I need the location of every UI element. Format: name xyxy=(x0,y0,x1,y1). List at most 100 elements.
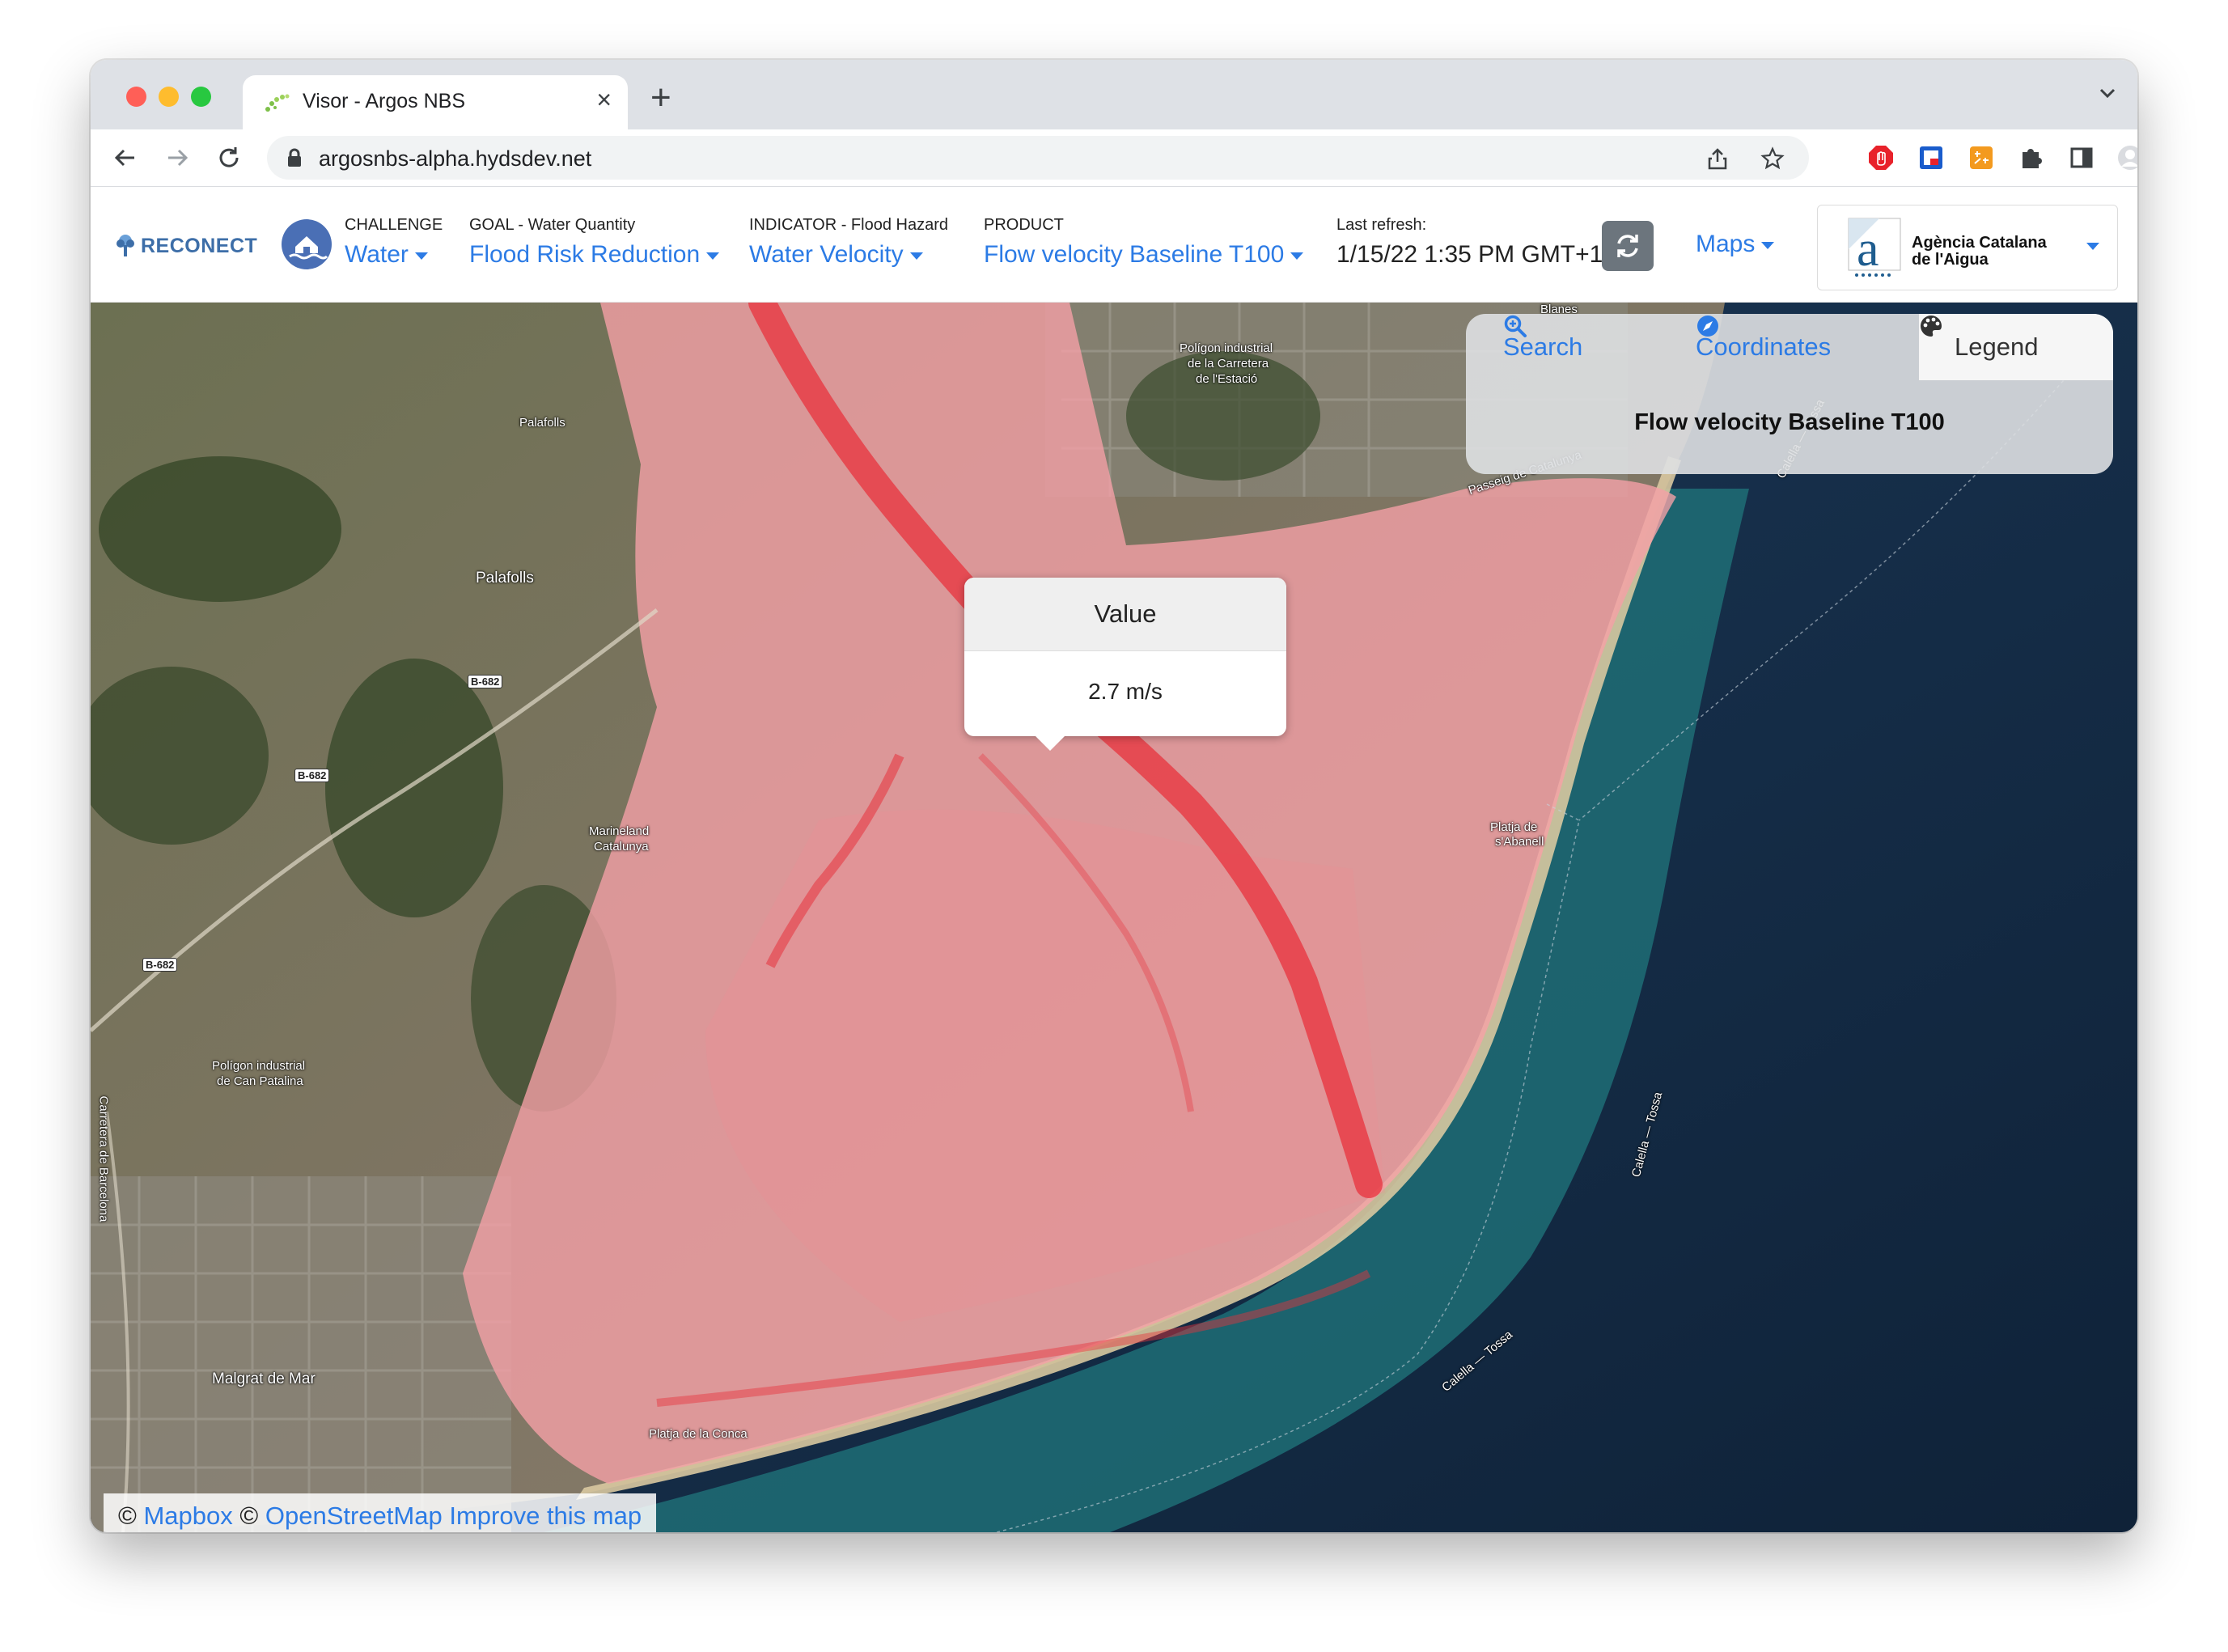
lock-icon xyxy=(288,148,301,167)
tab-strip: Visor - Argos NBS × + xyxy=(91,60,2137,129)
value-popup: Value 2.7 m/s xyxy=(964,578,1286,751)
challenge-value: Water xyxy=(345,241,409,268)
map-label-platja-abanell-1: Platja de xyxy=(1490,820,1538,834)
copyright-symbol: © xyxy=(118,1502,137,1530)
improve-map-link[interactable]: Improve this map xyxy=(449,1502,642,1531)
popup-value: 2.7 m/s xyxy=(1088,679,1163,704)
share-icon[interactable] xyxy=(1705,146,1730,171)
maximize-window-button[interactable] xyxy=(191,87,211,107)
road-tag-b682: B-682 xyxy=(142,958,178,972)
palette-icon xyxy=(1921,316,1942,337)
extension-blue-icon[interactable] xyxy=(1917,144,1945,172)
forward-arrow-icon[interactable] xyxy=(163,144,191,172)
popup-arrow xyxy=(1036,736,1065,751)
map-label-poligon-carretera-1: Polígon industrial xyxy=(1180,341,1273,355)
app-header: RECONECT CHALLENGE Water GOAL - Water Qu… xyxy=(91,187,2137,303)
goal-value: Flood Risk Reduction xyxy=(469,241,701,268)
side-panel-icon[interactable] xyxy=(2068,144,2095,172)
caret-down-icon xyxy=(414,252,428,260)
bookmark-star-icon[interactable] xyxy=(1760,146,1785,171)
map-label-marineland-2: Catalunya xyxy=(594,840,649,854)
challenge-group: CHALLENGE Water xyxy=(345,216,443,269)
back-arrow-icon[interactable] xyxy=(112,144,139,172)
tab-search[interactable]: Search xyxy=(1503,314,1582,380)
legend-title: Flow velocity Baseline T100 xyxy=(1634,409,1945,435)
caret-down-icon xyxy=(2086,243,2099,250)
browser-tab[interactable]: Visor - Argos NBS × xyxy=(243,75,628,129)
tab-close-button[interactable]: × xyxy=(596,85,612,115)
profile-avatar-icon[interactable] xyxy=(2116,144,2137,172)
map-label-poligon-carretera-2: de la Carretera xyxy=(1188,357,1269,371)
url-text: argosnbs-alpha.hydsdev.net xyxy=(319,146,592,171)
argos-favicon-icon xyxy=(265,94,290,112)
mapbox-link[interactable]: Mapbox xyxy=(143,1502,232,1531)
tab-legend[interactable]: Legend xyxy=(1919,314,2113,380)
map-attribution: © Mapbox © OpenStreetMap Improve this ma… xyxy=(104,1493,657,1532)
challenge-dropdown[interactable]: Water xyxy=(345,241,443,269)
popup-header: Value xyxy=(964,578,1286,651)
map-label-marineland-1: Marineland xyxy=(589,824,650,838)
map-label-malgrat: Malgrat de Mar xyxy=(212,1370,316,1387)
organization-name: Agència Catalana de l'Aigua xyxy=(1912,235,2047,269)
road-tag-b682: B-682 xyxy=(468,675,503,688)
indicator-dropdown[interactable]: Water Velocity xyxy=(749,241,948,269)
openstreetmap-link[interactable]: OpenStreetMap xyxy=(265,1502,443,1531)
compass-icon xyxy=(1697,316,1718,337)
organization-selector[interactable]: a Agència Catalana de l'Aigua xyxy=(1817,205,2118,290)
tab-title: Visor - Argos NBS xyxy=(303,90,466,112)
tab-coordinates[interactable]: Coordinates xyxy=(1696,314,1831,380)
product-dropdown[interactable]: Flow velocity Baseline T100 xyxy=(984,241,1304,269)
map-label-platja-abanell-2: s'Abanell xyxy=(1495,835,1544,849)
browser-toolbar: argosnbs-alpha.hydsdev.net xyxy=(91,129,2137,187)
map-side-panel: Search Coordinates Legend Flow velocity … xyxy=(1466,314,2113,474)
address-bar[interactable]: argosnbs-alpha.hydsdev.net xyxy=(267,136,1809,180)
indicator-group: INDICATOR - Flood Hazard Water Velocity xyxy=(749,216,948,269)
product-label: PRODUCT xyxy=(984,216,1064,234)
product-value: Flow velocity Baseline T100 xyxy=(984,241,1285,268)
map-label-poligon-can-patalina-2: de Can Patalina xyxy=(217,1074,303,1088)
challenge-label: CHALLENGE xyxy=(345,216,443,234)
caret-down-icon xyxy=(1290,252,1304,260)
sync-icon xyxy=(1617,235,1638,257)
aca-logo-icon: a xyxy=(1848,218,1901,277)
road-tag-b682: B-682 xyxy=(294,769,330,782)
last-refresh-label: Last refresh: xyxy=(1336,216,1427,234)
indicator-label: INDICATOR - Flood Hazard xyxy=(749,216,948,234)
maps-label: Maps xyxy=(1696,231,1756,257)
goal-label: GOAL - Water Quantity xyxy=(469,216,636,234)
reconect-logo[interactable]: RECONECT xyxy=(115,234,257,258)
water-challenge-icon xyxy=(282,219,332,269)
tab-legend-label: Legend xyxy=(1955,333,2039,361)
product-group: PRODUCT Flow velocity Baseline T100 xyxy=(984,216,1304,269)
map-label-platja-conca: Platja de la Conca xyxy=(649,1427,748,1441)
map-label-carretera-barcelona: Carretera de Barcelona xyxy=(96,1095,111,1222)
caret-down-icon xyxy=(909,252,923,260)
map-label-poligon-can-patalina-1: Polígon industrial xyxy=(212,1059,306,1073)
map-label-palafolls: Palafolls xyxy=(476,570,534,587)
new-tab-button[interactable]: + xyxy=(650,78,671,118)
reload-icon[interactable] xyxy=(215,144,243,172)
svg-text:a: a xyxy=(1857,222,1879,277)
satellite-basemap xyxy=(91,303,2137,1532)
extension-orange-icon[interactable] xyxy=(1968,144,1995,172)
copyright-symbol: © xyxy=(239,1502,259,1530)
map-label-palafolls-small: Palafolls xyxy=(519,416,565,430)
maps-dropdown[interactable]: Maps xyxy=(1696,231,1775,258)
adblock-extension-icon[interactable] xyxy=(1867,144,1895,172)
logo-text: RECONECT xyxy=(141,234,258,257)
org-name-line2: de l'Aigua xyxy=(1912,251,1989,269)
last-refresh-value: 1/15/22 1:35 PM GMT+1 xyxy=(1336,241,1603,268)
goal-group: GOAL - Water Quantity Flood Risk Reducti… xyxy=(469,216,720,269)
indicator-value: Water Velocity xyxy=(749,241,904,268)
chevron-down-icon[interactable] xyxy=(2097,83,2118,104)
caret-down-icon xyxy=(706,252,720,260)
tree-icon xyxy=(116,235,134,256)
org-name-line1: Agència Catalana xyxy=(1912,234,2047,252)
map-view[interactable]: Palafolls Palafolls Malgrat de Mar Políg… xyxy=(91,303,2137,1532)
caret-down-icon xyxy=(1761,241,1775,249)
refresh-button[interactable] xyxy=(1602,221,1654,271)
close-window-button[interactable] xyxy=(126,87,146,107)
goal-dropdown[interactable]: Flood Risk Reduction xyxy=(469,241,720,269)
puzzle-extensions-icon[interactable] xyxy=(2018,144,2045,172)
minimize-window-button[interactable] xyxy=(159,87,179,107)
